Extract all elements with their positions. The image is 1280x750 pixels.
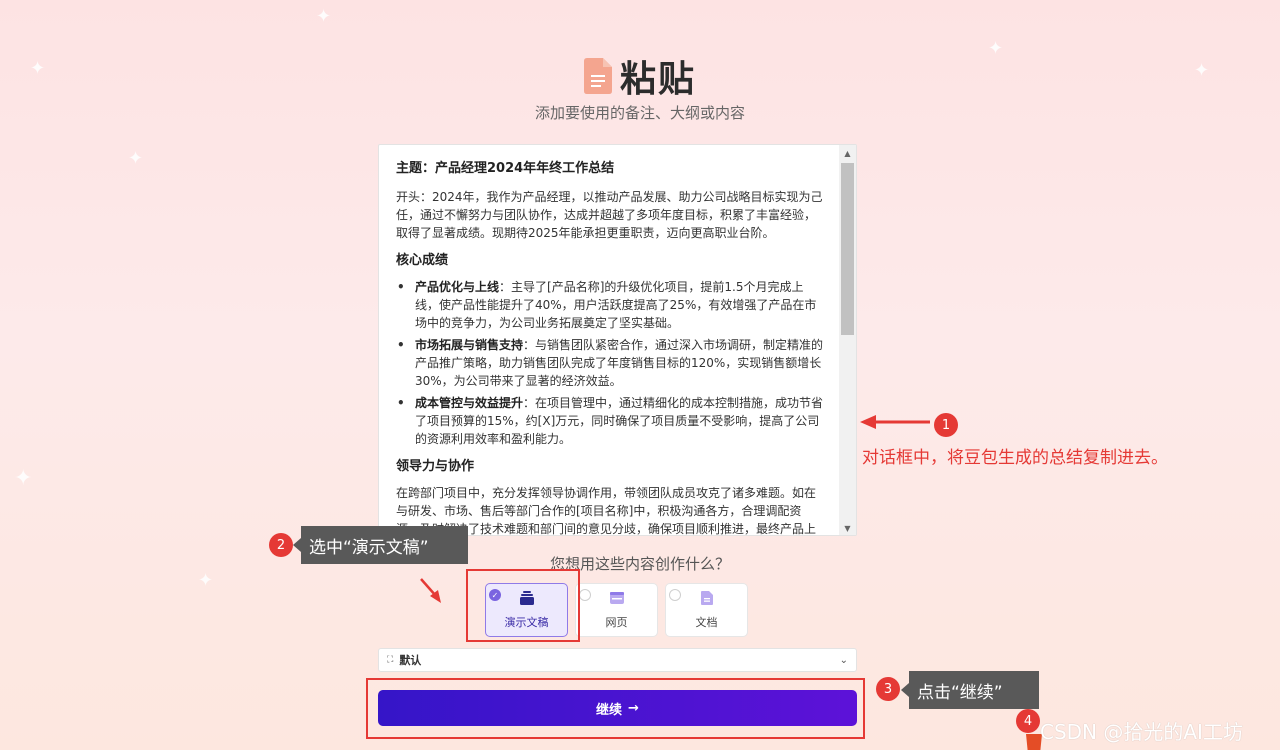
content-textarea[interactable]: 主题：产品经理2024年年终工作总结 开头：2024年，我作为产品经理，以推动产… [378, 144, 857, 536]
option-document[interactable]: 文档 [665, 583, 748, 637]
radio-button[interactable] [669, 589, 681, 601]
list-item-title: 市场拓展与销售支持 [415, 338, 524, 352]
annotation-tip: 选中“演示文稿” [293, 526, 468, 564]
document-icon [583, 58, 612, 94]
content-heading: 主题：产品经理2024年年终工作总结 [396, 161, 615, 176]
scrollbar-thumb[interactable] [841, 163, 854, 335]
editor-scrollbar[interactable]: ▲ ▼ [839, 145, 856, 535]
highlight-box-option [466, 569, 580, 642]
highlight-box-continue [366, 678, 865, 739]
page-subtitle: 添加要使用的备注、大纲或内容 [534, 104, 745, 122]
template-select[interactable]: ⛶ 默认 ⌄ [378, 648, 857, 672]
document-icon [699, 590, 715, 610]
template-select-value: 默认 [399, 654, 422, 667]
section-title: 核心成绩 [396, 253, 449, 268]
watermark: CSDN @拾光的AI工坊 [1040, 720, 1243, 744]
create-question: 您想用这些内容创作什么？ [549, 555, 730, 573]
option-label: 网页 [605, 616, 628, 629]
annotation-badge: 3 [876, 677, 900, 701]
radio-button[interactable] [579, 589, 591, 601]
sparkle-icon: ✦ [14, 466, 33, 491]
scroll-up-icon[interactable]: ▲ [839, 145, 856, 162]
annotation-arrow-1 [860, 415, 930, 429]
section-title: 领导力与协作 [396, 459, 475, 474]
list-item: 产品优化与上线：主导了[产品名称]的升级优化项目，提前1.5个月完成上线，使产品… [396, 278, 824, 332]
expand-icon: ⛶ [387, 655, 394, 665]
chevron-down-icon: ⌄ [839, 654, 848, 666]
annotation-note: 对话框中，将豆包生成的总结复制进去。 [862, 448, 1168, 468]
list-item-title: 产品优化与上线 [415, 280, 500, 294]
option-webpage[interactable]: 网页 [575, 583, 658, 637]
editor-content[interactable]: 主题：产品经理2024年年终工作总结 开头：2024年，我作为产品经理，以推动产… [396, 160, 824, 535]
sparkle-icon: ✦ [316, 6, 332, 27]
list-item-title: 成本管控与效益提升 [415, 396, 524, 410]
sparkle-icon: ✦ [128, 148, 144, 169]
annotation-badge: 1 [934, 413, 958, 437]
annotation-badge: 4 [1016, 709, 1040, 733]
annotation-arrow-2 [420, 578, 441, 603]
webpage-icon [609, 590, 625, 610]
achievement-list: 产品优化与上线：主导了[产品名称]的升级优化项目，提前1.5个月完成上线，使产品… [396, 278, 824, 448]
annotation-badge: 2 [269, 533, 293, 557]
annotation-tip: 点击“继续” [901, 671, 1039, 709]
page-title: 粘贴 [619, 59, 696, 100]
list-item: 市场拓展与销售支持：与销售团队紧密合作，通过深入市场调研，制定精准的产品推广策略… [396, 336, 824, 390]
content-intro: 开头：2024年，我作为产品经理，以推动产品发展、助力公司战略目标实现为己任，通… [396, 190, 823, 240]
page-header: 粘贴 [0, 50, 1280, 102]
list-item: 成本管控与效益提升：在项目管理中，通过精细化的成本控制措施，成功节省了项目预算的… [396, 394, 824, 448]
option-label: 文档 [695, 616, 718, 629]
scroll-down-icon[interactable]: ▼ [839, 520, 856, 535]
